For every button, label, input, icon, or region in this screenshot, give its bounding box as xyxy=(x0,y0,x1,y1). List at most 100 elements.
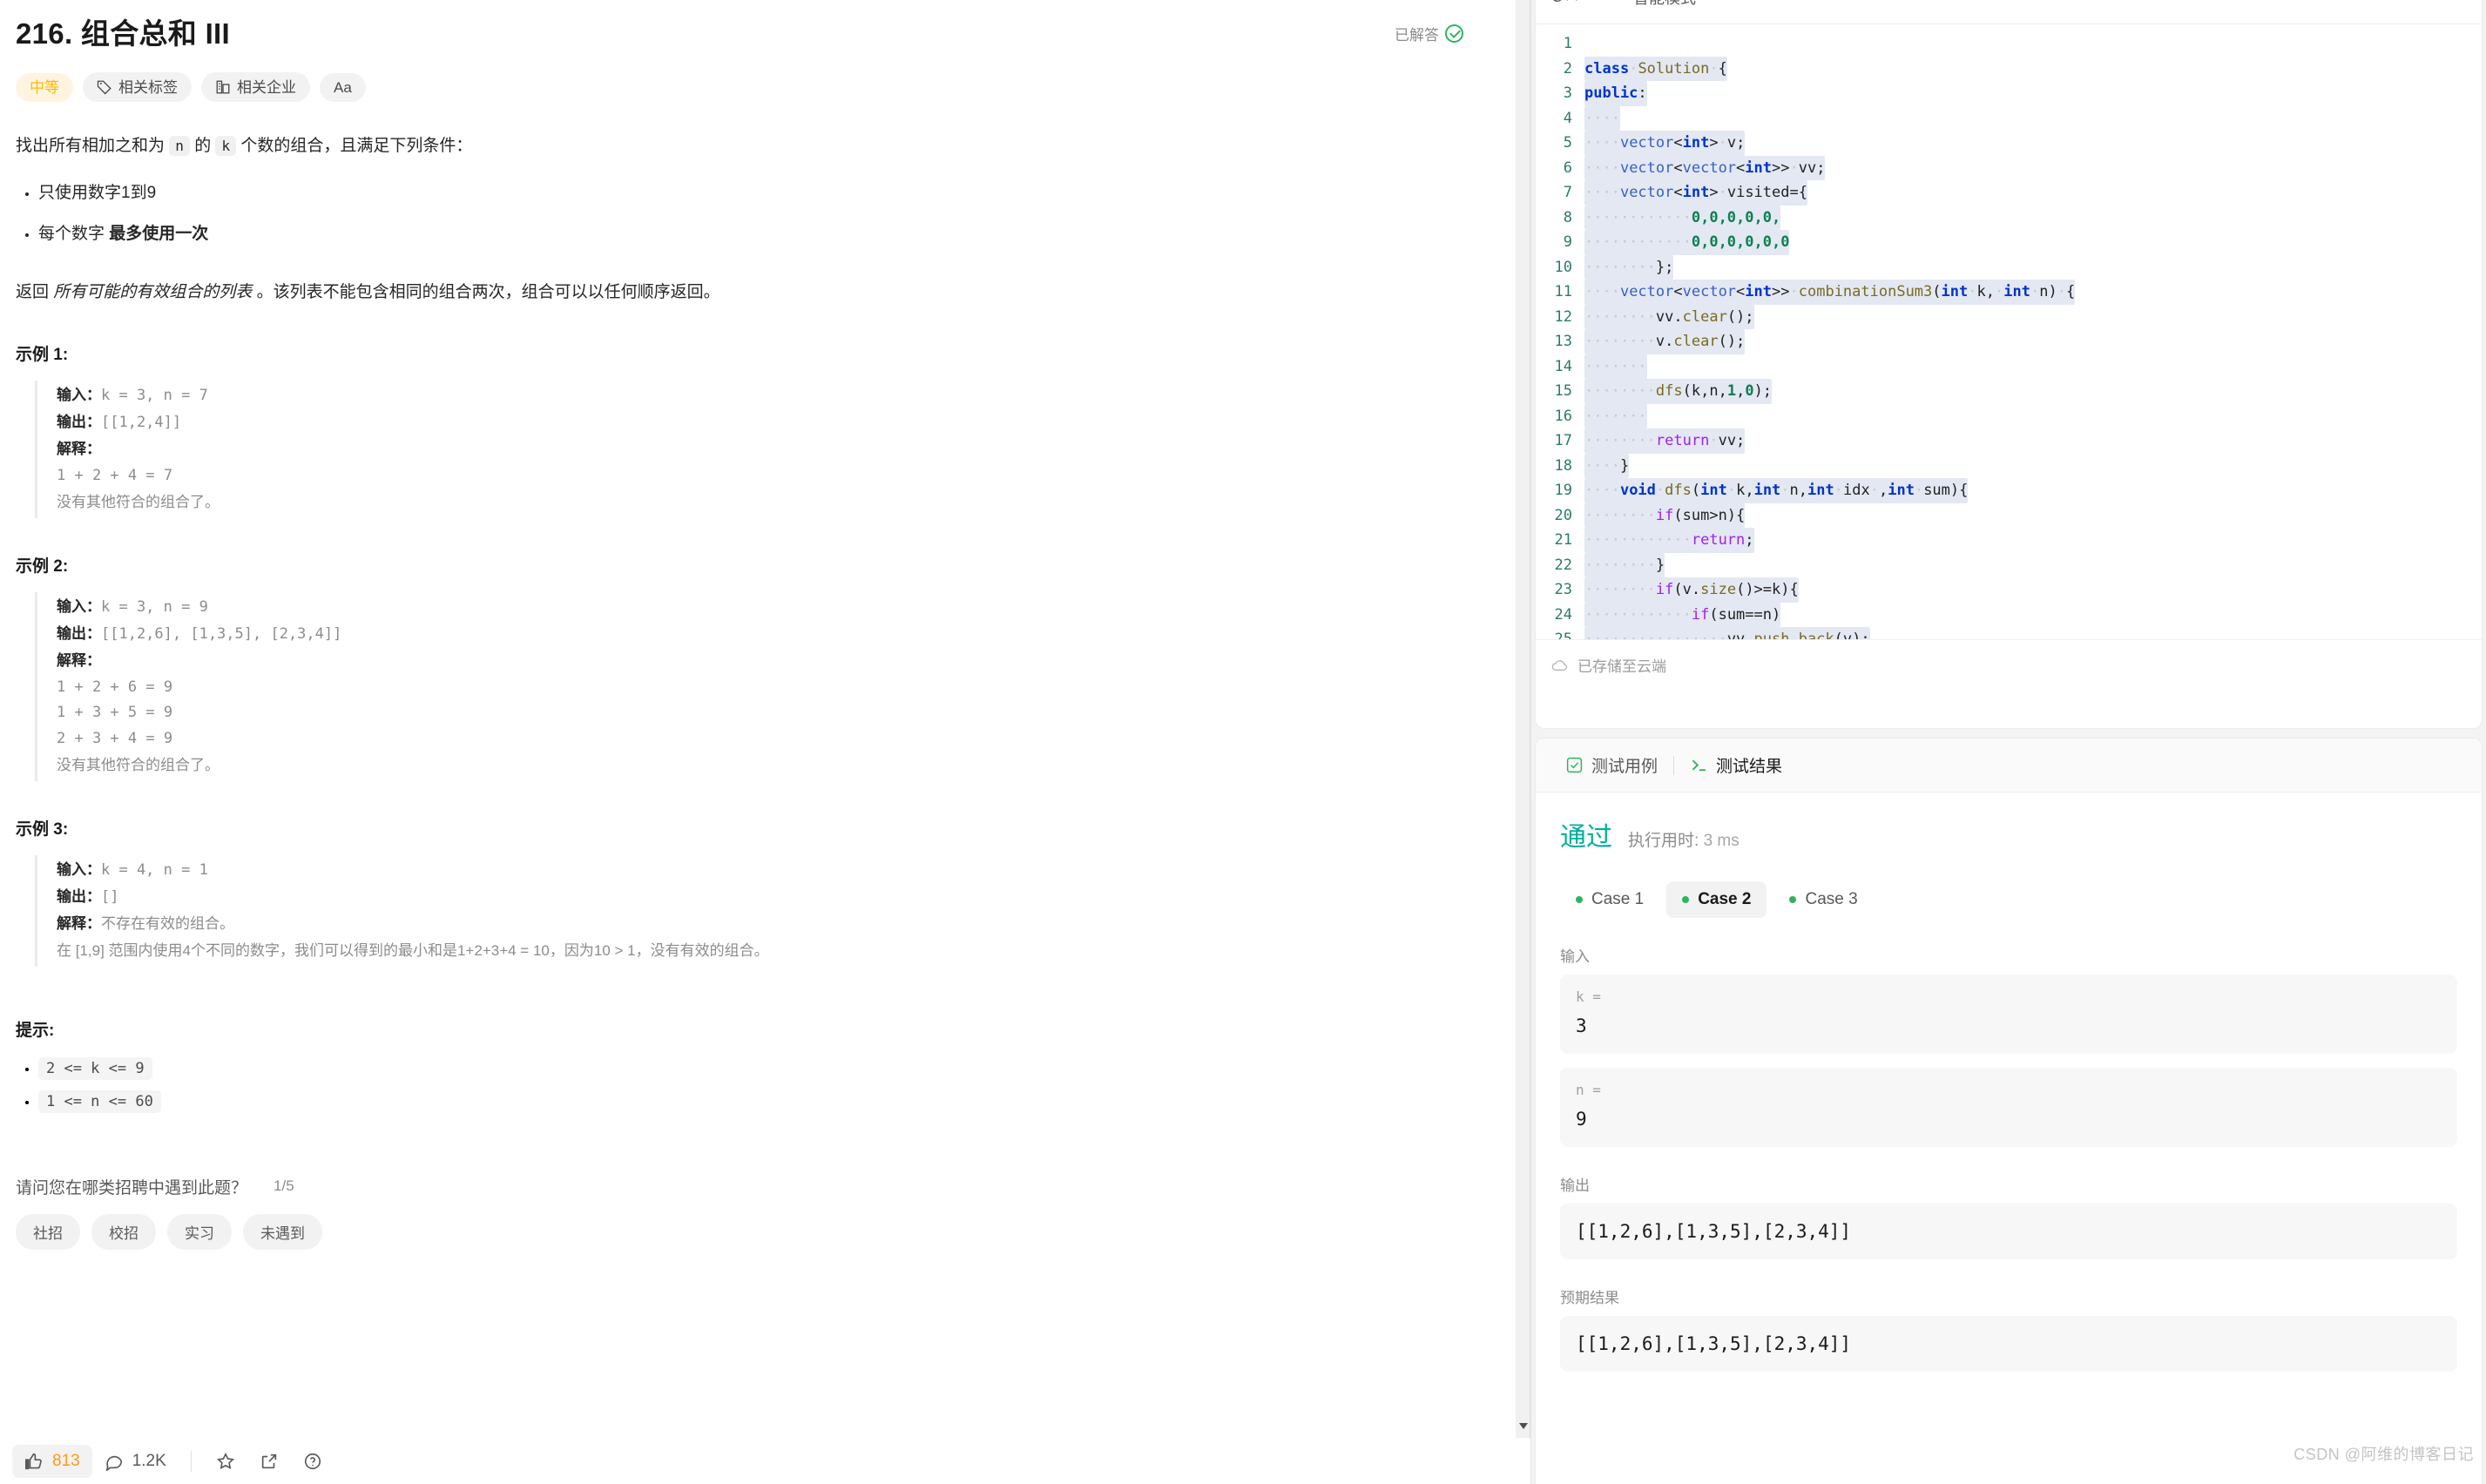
code-line[interactable]: 14 ······· xyxy=(1536,354,2482,379)
bullet-bold: 最多使用一次 xyxy=(109,224,209,243)
intro-post: 个数的组合，且满足下列条件： xyxy=(236,137,473,156)
line-number: 24 xyxy=(1554,605,1572,624)
bullet-plain: 只使用数字1到9 xyxy=(38,183,157,202)
translate-label: Aa xyxy=(334,78,352,96)
difficulty-badge: 中等 xyxy=(16,72,73,102)
verdict-row: 通过 执行用时: 3 ms xyxy=(1560,815,2457,853)
code-text: ············return; xyxy=(1584,528,1754,553)
code-line[interactable]: 11 ····vector<vector<int>>·combinationSum… xyxy=(1536,280,2482,305)
left-pane-scrollbar[interactable] xyxy=(1516,0,1530,1484)
case-tab-1[interactable]: Case 1 xyxy=(1560,881,1659,918)
explain-line: 没有其他符合的组合了。 xyxy=(57,493,220,510)
example-block: 输入：k = 3, n = 9 输出：[[1,2,6], [1,3,5], [2… xyxy=(35,591,1463,782)
code-line[interactable]: 2 class·Solution·{ xyxy=(1536,56,2482,81)
code-text: ········if(sum>n){ xyxy=(1584,503,1746,528)
survey-option-xiaozhao[interactable]: 校招 xyxy=(91,1213,156,1250)
code-text: ················vv.push_back(v); xyxy=(1584,627,1870,639)
intro-pre: 找出所有相加之和为 xyxy=(16,137,170,156)
code-line[interactable]: 20 ········if(sum>n){ xyxy=(1536,503,2482,528)
code-line[interactable]: 17 ········return·vv; xyxy=(1536,428,2482,454)
line-number: 13 xyxy=(1554,333,1572,350)
scrollbar-track[interactable] xyxy=(1516,0,1530,1438)
line-number: 21 xyxy=(1554,531,1572,549)
line-number: 11 xyxy=(1554,283,1572,300)
tab-results[interactable]: 测试结果 xyxy=(1679,753,1793,777)
chevron-down-icon[interactable] xyxy=(1519,1423,1528,1429)
code-line[interactable]: 1 xyxy=(1536,31,2482,57)
contribute-testcase-button[interactable]: 贡献测试用例 xyxy=(2349,1480,2473,1484)
code-line[interactable]: 13 ········v.clear(); xyxy=(1536,329,2482,354)
code-editor[interactable]: 1 2 class·Solution·{3 public: 4 ···· 5 ····vect… xyxy=(1536,24,2482,639)
intro-var-n: n xyxy=(169,136,190,157)
code-line[interactable]: 9 ············0,0,0,0,0,0 xyxy=(1536,230,2482,255)
explain-line: 1 + 2 + 4 = 7 xyxy=(57,466,173,484)
explain-line: 没有其他符合的组合了。 xyxy=(57,757,220,774)
code-line[interactable]: 8 ············0,0,0,0,0, xyxy=(1536,205,2482,230)
line-number: 2 xyxy=(1563,59,1572,78)
output-value: [[1,2,6], [1,3,5], [2,3,4]] xyxy=(101,624,342,643)
code-line[interactable]: 19 ····void·dfs(int·k,int·n,int·idx·,int·… xyxy=(1536,478,2482,503)
translate-button[interactable]: Aa xyxy=(320,72,366,102)
hints-title: 提示: xyxy=(16,1021,55,1040)
input-field-k: k = 3 xyxy=(1560,975,2457,1054)
problem-return-note: 返回 所有可能的有效组合的列表 。该列表不能包含相同的组合两次，组合可以以任何顺… xyxy=(16,278,1463,307)
code-text: ····} xyxy=(1584,453,1630,478)
tab-results-label: 测试结果 xyxy=(1716,758,1783,776)
survey-option-shezhao[interactable]: 社招 xyxy=(16,1213,80,1250)
code-line[interactable]: 7 ····vector<int>·visited={ xyxy=(1536,180,2482,206)
survey-option-weiyudao[interactable]: 未遇到 xyxy=(243,1213,322,1250)
output-value: [[1,2,6],[1,3,5],[2,3,4]] xyxy=(1576,1221,1852,1242)
status-dot-icon xyxy=(1576,896,1583,903)
code-line[interactable]: 25 ················vv.push_back(v); xyxy=(1536,627,2482,639)
favorite-button[interactable] xyxy=(204,1445,247,1478)
code-line[interactable]: 4 ···· xyxy=(1536,105,2482,131)
code-line[interactable]: 12 ········vv.clear(); xyxy=(1536,304,2482,329)
code-line[interactable]: 22 ········} xyxy=(1536,552,2482,577)
survey-option-shixi[interactable]: 实习 xyxy=(167,1213,232,1250)
code-line[interactable]: 21 ············return; xyxy=(1536,528,2482,553)
description-scroll-area: 216. 组合总和 III 已解答 中等 相关标签 相关企业 Aa 找出所有相加… xyxy=(0,0,1516,1438)
code-line[interactable]: 24 ············if(sum==n) xyxy=(1536,602,2482,627)
runtime-label: 执行用时: xyxy=(1628,832,1699,850)
list-item: 2 <= k <= 9 xyxy=(38,1056,1463,1080)
code-line[interactable]: 18 ····} xyxy=(1536,453,2482,478)
line-number: 18 xyxy=(1554,456,1572,475)
code-line[interactable]: 23 ········if(v.size()>=k){ xyxy=(1536,577,2482,603)
line-number: 25 xyxy=(1554,631,1572,639)
code-text: ········v.clear(); xyxy=(1584,329,1746,354)
code-text: ···· xyxy=(1584,105,1620,131)
code-line[interactable]: 10 ········}; xyxy=(1536,254,2482,280)
comment-count: 1.2K xyxy=(132,1451,166,1470)
help-button[interactable] xyxy=(291,1445,334,1478)
code-line[interactable]: 15 ········dfs(k,n,1,0); xyxy=(1536,379,2482,404)
editor-toolbar: C++ 智能模式 xyxy=(1536,0,2482,24)
related-tags-button[interactable]: 相关标签 xyxy=(83,72,192,103)
code-line[interactable]: 16 ······· xyxy=(1536,403,2482,428)
tab-testcase[interactable]: 测试用例 xyxy=(1555,753,1668,777)
smart-mode-toggle[interactable]: 智能模式 xyxy=(1619,0,1696,9)
code-text: ············if(sum==n) xyxy=(1584,602,1781,627)
code-line[interactable]: 5 ····vector<int>·v; xyxy=(1536,131,2482,156)
input-value: k = 3, n = 9 xyxy=(101,597,208,616)
problem-action-bar: 813 1.2K xyxy=(0,1438,1516,1484)
example-block: 输入：k = 4, n = 1 输出：[] 解释：不存在有效的组合。 在 [1,… xyxy=(35,855,1463,967)
case-tab-2[interactable]: Case 2 xyxy=(1666,881,1767,918)
meta-row: 中等 相关标签 相关企业 Aa xyxy=(16,72,1463,103)
input-value: 3 xyxy=(1576,1015,1587,1036)
survey-question-row: 请问您在哪类招聘中遇到此题？ 1/5 xyxy=(16,1175,1463,1198)
language-selector[interactable]: C++ xyxy=(1551,0,1597,6)
line-number: 22 xyxy=(1554,556,1572,574)
cloud-icon xyxy=(1551,660,1568,671)
related-companies-button[interactable]: 相关企业 xyxy=(201,72,310,103)
comment-button[interactable]: 1.2K xyxy=(92,1445,179,1478)
explain-label: 解释： xyxy=(57,441,101,458)
divider xyxy=(190,1450,192,1472)
leetcode-problem-page: 216. 组合总和 III 已解答 中等 相关标签 相关企业 Aa 找出所有相加… xyxy=(0,0,2486,1484)
code-line[interactable]: 6 ····vector<vector<int>>·vv; xyxy=(1536,155,2482,180)
share-button[interactable] xyxy=(247,1445,291,1478)
case-tab-3[interactable]: Case 3 xyxy=(1773,881,1873,918)
comment-icon xyxy=(105,1455,122,1471)
code-line[interactable]: 3 public: xyxy=(1536,81,2482,106)
input-value: k = 4, n = 1 xyxy=(101,861,208,880)
like-button[interactable]: 813 xyxy=(12,1444,92,1478)
